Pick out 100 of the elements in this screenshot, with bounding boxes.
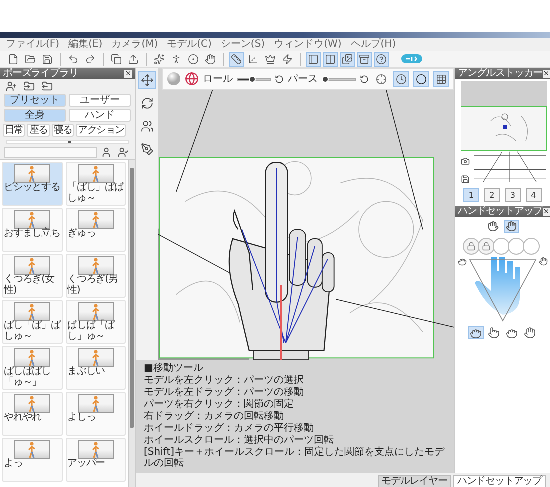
- perspective-slider[interactable]: [322, 78, 356, 80]
- toolbar-button[interactable]: [152, 52, 167, 66]
- pen-icon: [140, 142, 154, 156]
- toolbar-button[interactable]: [340, 52, 355, 66]
- view-mode-button[interactable]: [393, 71, 409, 87]
- pose-item[interactable]: よしっ: [66, 392, 126, 436]
- folder-out-icon: [42, 80, 53, 92]
- crown-icon: [265, 54, 276, 64]
- menu-item[interactable]: カメラ(M): [112, 38, 158, 50]
- panel-title: ポーズライブラリ: [3, 68, 78, 79]
- toolbar-button[interactable]: [357, 52, 372, 66]
- angle-slot-button[interactable]: 2: [484, 188, 500, 202]
- roll-label: ロール: [203, 73, 233, 86]
- scrollbar[interactable]: [128, 160, 135, 487]
- figure-icon: [171, 54, 182, 64]
- body-tab[interactable]: 全身: [4, 109, 66, 122]
- pose-item[interactable]: ぱしぱぱし「ゅ～」: [2, 346, 62, 390]
- help-text: 右ドラッグ：カメラの回転移動: [144, 411, 285, 422]
- pose-item[interactable]: くつろぎ(女性): [2, 254, 62, 298]
- close-button[interactable]: [542, 70, 550, 78]
- import-button[interactable]: [22, 80, 37, 92]
- hand-preset-button[interactable]: [522, 326, 538, 339]
- toolbar-button[interactable]: [186, 52, 201, 66]
- category-button[interactable]: 日常: [3, 124, 26, 137]
- toolbar-button[interactable]: [229, 52, 244, 66]
- panel-tab[interactable]: ハンドセットアップ: [453, 475, 546, 487]
- panel-title: アングルストッカー: [458, 68, 543, 79]
- lightning-icon: [282, 54, 293, 64]
- toolbar-button[interactable]: [374, 52, 389, 66]
- close-button[interactable]: [124, 70, 132, 78]
- menu-item[interactable]: シーン(S): [220, 38, 266, 50]
- body-tab[interactable]: ハンド: [69, 109, 131, 122]
- menu-item[interactable]: ヘルプ(H): [350, 38, 396, 50]
- pose-item[interactable]: やれやれ: [2, 392, 62, 436]
- pose-item[interactable]: まぶしい: [66, 346, 126, 390]
- toolbar-button[interactable]: [306, 52, 321, 66]
- hand-button[interactable]: [504, 220, 519, 233]
- help-text: ホイールドラッグ：カメラの平行移動: [144, 423, 315, 434]
- scrollbar-thumb[interactable]: [130, 168, 134, 428]
- move-icon: [140, 74, 154, 86]
- panel-tab[interactable]: モデルレイヤー: [378, 475, 452, 487]
- source-tab[interactable]: ユーザー: [69, 94, 131, 107]
- ruler-icon: [231, 54, 242, 64]
- toolbar-button[interactable]: [280, 52, 295, 66]
- menu-item[interactable]: 編集(E): [68, 38, 103, 50]
- hand-preset-button[interactable]: [468, 326, 484, 339]
- export-button[interactable]: [40, 80, 55, 92]
- category-button[interactable]: アクション: [76, 124, 126, 137]
- pose-item[interactable]: おすまし立ち: [2, 208, 62, 252]
- toolbar-button[interactable]: [109, 52, 124, 66]
- close-button[interactable]: [542, 208, 550, 216]
- pose-item[interactable]: よっ: [2, 438, 62, 482]
- pose-item[interactable]: ぎゅっ: [66, 208, 126, 252]
- fist-icon: [470, 326, 482, 338]
- menu-item[interactable]: ファイル(F): [6, 38, 60, 50]
- save-angle-button[interactable]: [459, 173, 472, 186]
- panel-icon: [308, 54, 319, 64]
- category-button[interactable]: 座る: [27, 124, 50, 137]
- tool-button[interactable]: [138, 71, 156, 89]
- angle-slot-button[interactable]: 1: [463, 188, 480, 202]
- finger-lock[interactable]: [478, 238, 495, 255]
- add-pose-button[interactable]: [4, 80, 19, 92]
- view-mode-button[interactable]: [433, 71, 449, 87]
- slider-thumb[interactable]: [322, 76, 329, 82]
- grid-icon: [436, 74, 446, 84]
- view-mode-button[interactable]: [413, 71, 429, 87]
- camera-button[interactable]: [459, 155, 472, 168]
- pose-item[interactable]: 「ぱし」ぱぱしゅ～: [66, 162, 126, 206]
- pose-item[interactable]: くつろぎ(男性): [66, 254, 126, 298]
- angle-slot-button[interactable]: 4: [526, 188, 542, 202]
- category-button[interactable]: 寝る: [52, 124, 74, 137]
- menu-item[interactable]: ウィンドウ(W): [274, 38, 342, 50]
- toolbar-button[interactable]: [203, 52, 218, 66]
- pose-item[interactable]: ぱしぱ「ぱし」ゅ～: [66, 300, 126, 344]
- lock-icon: [467, 242, 476, 251]
- menu-item[interactable]: モデル(C): [167, 38, 212, 50]
- pose-item[interactable]: アッパー: [66, 438, 126, 482]
- toolbar-button[interactable]: [323, 52, 338, 66]
- search-field[interactable]: [4, 146, 97, 158]
- pose-item[interactable]: ぱし「ぱ」ぱしゅ～: [2, 300, 62, 344]
- pose-item[interactable]: ピシッとする: [2, 162, 62, 206]
- perspective-label: パース: [288, 73, 318, 86]
- save-icon: [42, 54, 53, 64]
- angle-slot-button[interactable]: 3: [504, 188, 521, 202]
- fist-icon: [458, 257, 466, 266]
- help-text: [Shift]キー＋ホイールスクロール：固定した関節を支点にしたモデルの回転: [144, 447, 446, 469]
- finger-lock[interactable]: [463, 238, 480, 255]
- sphere-icon: [416, 74, 426, 84]
- images-icon: [342, 54, 353, 64]
- folder-in-icon: [24, 80, 35, 92]
- hand-preset-button[interactable]: [486, 326, 502, 339]
- pointing-hand-icon: [488, 326, 500, 338]
- hand-button[interactable]: [486, 220, 501, 233]
- slider-thumb[interactable]: [249, 76, 256, 82]
- undo-icon: [68, 54, 79, 64]
- people-icon: [140, 120, 154, 132]
- source-tab[interactable]: プリセット: [4, 94, 66, 107]
- person-check-button[interactable]: [116, 146, 131, 158]
- hand-icon: [488, 221, 499, 232]
- roll-slider[interactable]: [237, 78, 271, 80]
